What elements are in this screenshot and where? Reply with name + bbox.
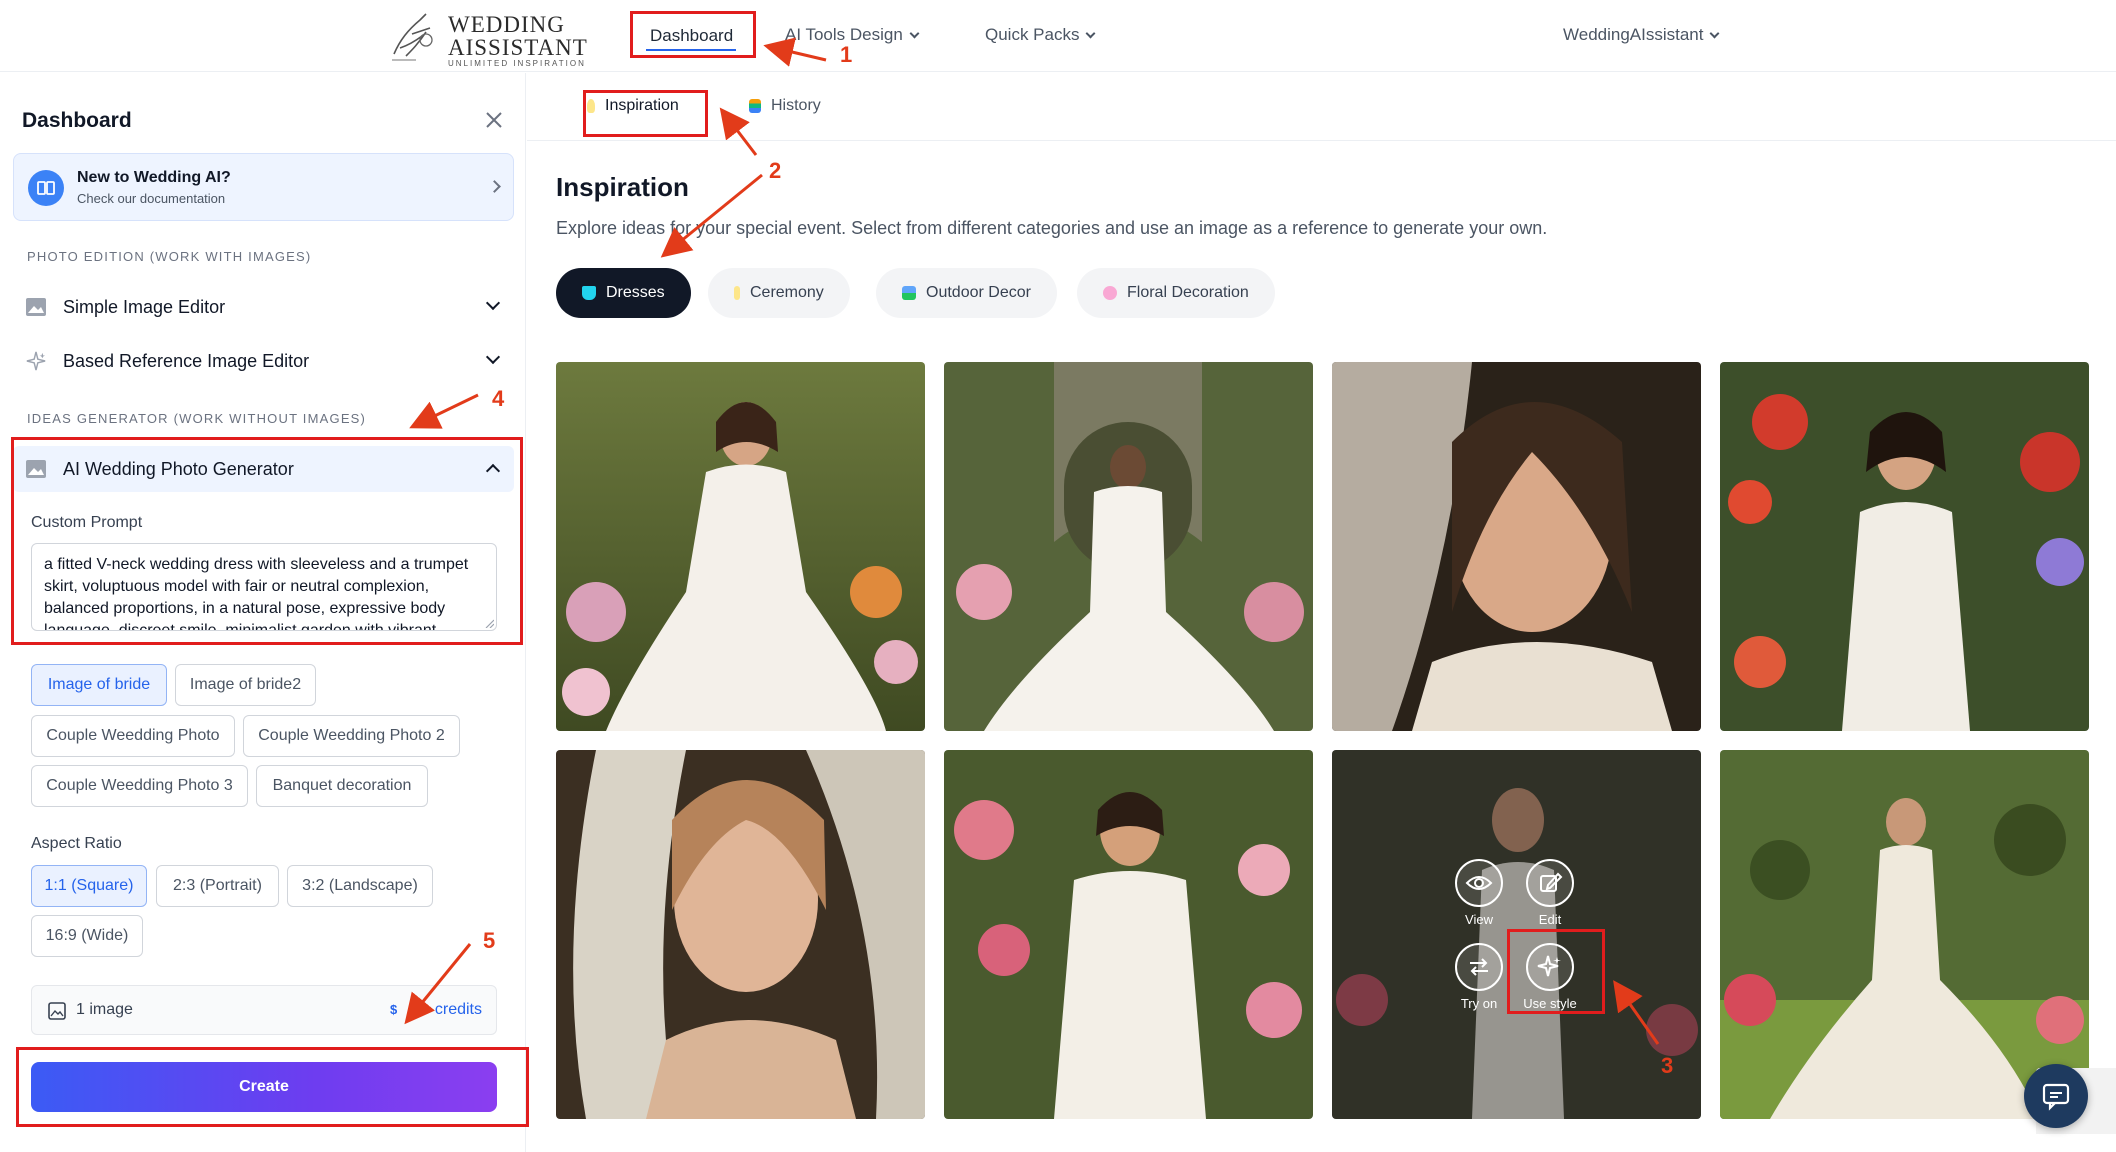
annotation-number-4: 4 — [492, 386, 505, 411]
annotation-number-2: 2 — [769, 158, 782, 183]
annotation-number-1: 1 — [840, 42, 853, 67]
page: { "topnav": { "logo_line1": "WEDDING", "… — [0, 0, 2116, 1152]
chat-icon — [2042, 1083, 2070, 1111]
annotation-number-3: 3 — [1661, 1053, 1674, 1078]
chat-widget-button[interactable] — [2024, 1064, 2088, 1128]
annotation-arrows — [404, 37, 1660, 1045]
annotation-number-5: 5 — [483, 928, 496, 953]
